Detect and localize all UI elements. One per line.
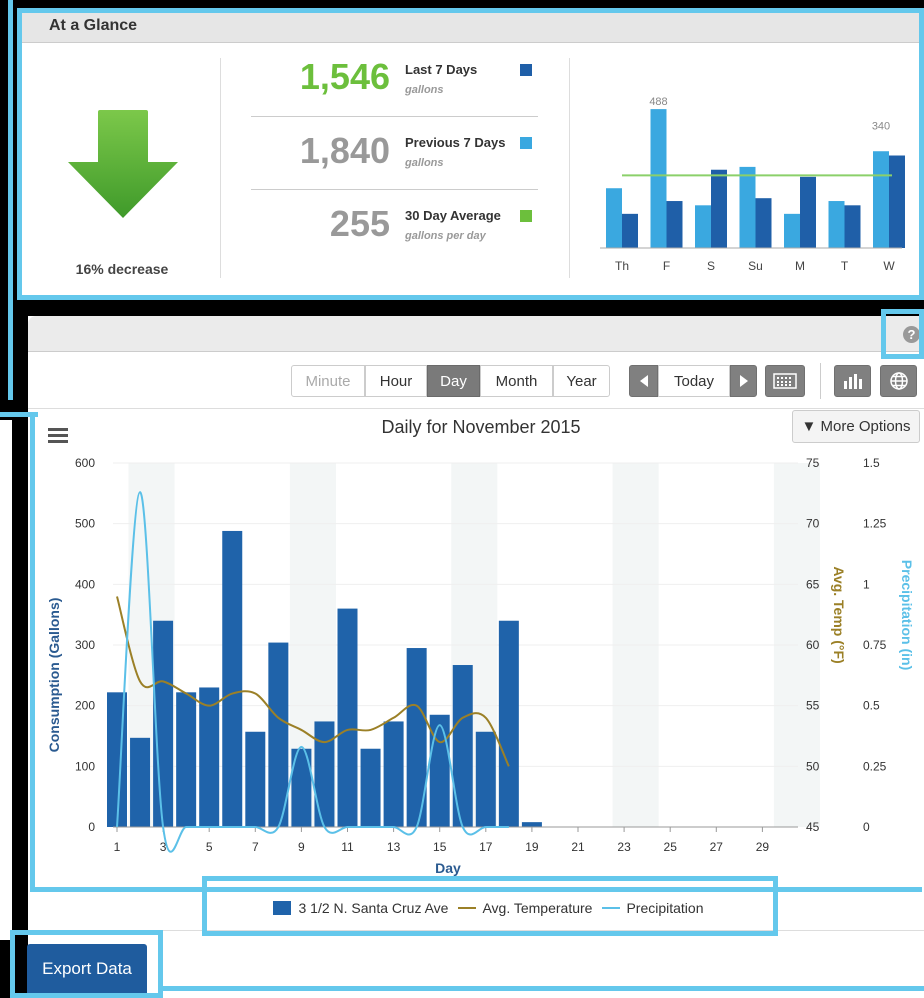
interval-minute-button[interactable]: Minute: [291, 365, 365, 397]
highlight-at-a-glance: [17, 8, 924, 300]
calendar-button[interactable]: [765, 365, 805, 397]
highlight-chart: [30, 412, 922, 892]
bar-chart-icon: [843, 374, 862, 389]
toolbar-bottom-border: [28, 408, 924, 409]
interval-hour-button[interactable]: Hour: [365, 365, 427, 397]
highlight-bottom: [158, 986, 924, 991]
background-panel-left: [0, 420, 12, 940]
previous-period-button[interactable]: [629, 365, 658, 397]
map-view-button[interactable]: [880, 365, 917, 397]
globe-icon: [889, 372, 908, 390]
highlight-export: [10, 930, 163, 998]
highlight-left-edge: [8, 0, 13, 400]
today-button[interactable]: Today: [658, 365, 730, 397]
highlight-chart-top: [0, 412, 38, 417]
highlight-legend: [202, 876, 778, 936]
next-period-button[interactable]: [730, 365, 757, 397]
toolbar-divider: [820, 363, 821, 399]
highlight-help: [881, 309, 924, 359]
calendar-icon: [773, 373, 797, 389]
consumption-panel-header: [28, 316, 924, 352]
chevron-left-icon: [639, 375, 648, 387]
interval-day-button[interactable]: Day: [427, 365, 480, 397]
chart-view-button[interactable]: [834, 365, 871, 397]
interval-month-button[interactable]: Month: [480, 365, 553, 397]
chevron-right-icon: [739, 375, 748, 387]
interval-year-button[interactable]: Year: [553, 365, 610, 397]
